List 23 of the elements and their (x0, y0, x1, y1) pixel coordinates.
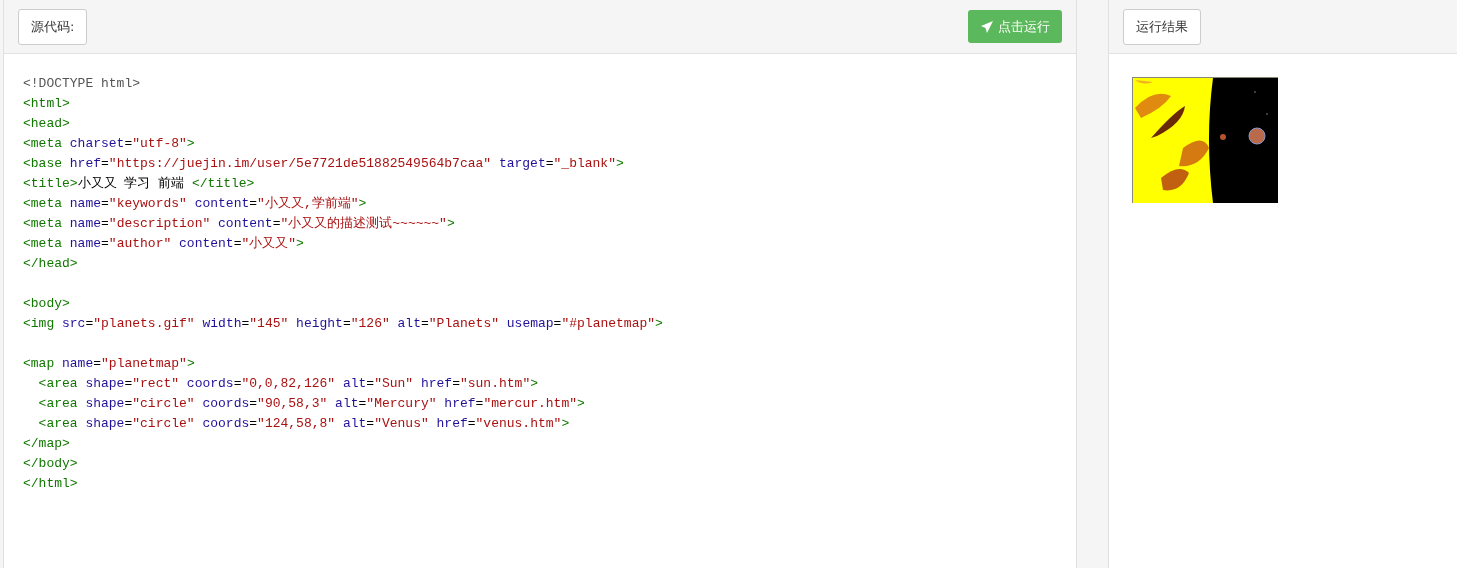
code-line: </body> (23, 455, 79, 473)
code-line: <!DOCTYPE html> (23, 75, 142, 93)
code-line: <html> (23, 95, 71, 113)
code-line: <meta name="description" content="小又又的描述测试~~~~~~"> (23, 215, 456, 233)
code-line: </html> (23, 475, 79, 493)
code-line: <title>小又又 学习 前端 </title> (23, 175, 256, 193)
code-line: <area shape="circle" coords="90,58,3" alt="Mercury" href="mercur.htm"> (37, 395, 586, 413)
result-label: 运行结果 (1123, 8, 1201, 45)
code-line: <base href="https://juejin.im/user/5e7721de51882549564b7caa" target="_blank"> (23, 155, 625, 173)
code-line: <area shape="circle" coords="124,58,8" alt="Venus" href="venus.htm"> (37, 415, 571, 433)
code-line: <head> (23, 115, 71, 133)
source-code-label: 源代码: (18, 8, 88, 45)
code-line: <meta name="author" content="小又又"> (23, 235, 305, 253)
run-button[interactable]: 点击运行 (968, 10, 1062, 43)
code-line: </map> (23, 435, 71, 453)
code-line: <img src="planets.gif" width="145" height="126" alt="Planets" usemap="#planetmap"> (23, 315, 664, 333)
send-icon (980, 19, 994, 34)
code-line: </head> (23, 255, 79, 273)
code-line: <meta name="keywords" content="小又又,学前端"> (23, 195, 368, 213)
code-line: <area shape="rect" coords="0,0,82,126" alt="Sun" href="sun.htm"> (37, 375, 539, 393)
code-line: <body> (23, 295, 71, 313)
code-line: <map name="planetmap"> (23, 355, 196, 373)
code-line: <meta charset="utf-8"> (23, 135, 196, 153)
